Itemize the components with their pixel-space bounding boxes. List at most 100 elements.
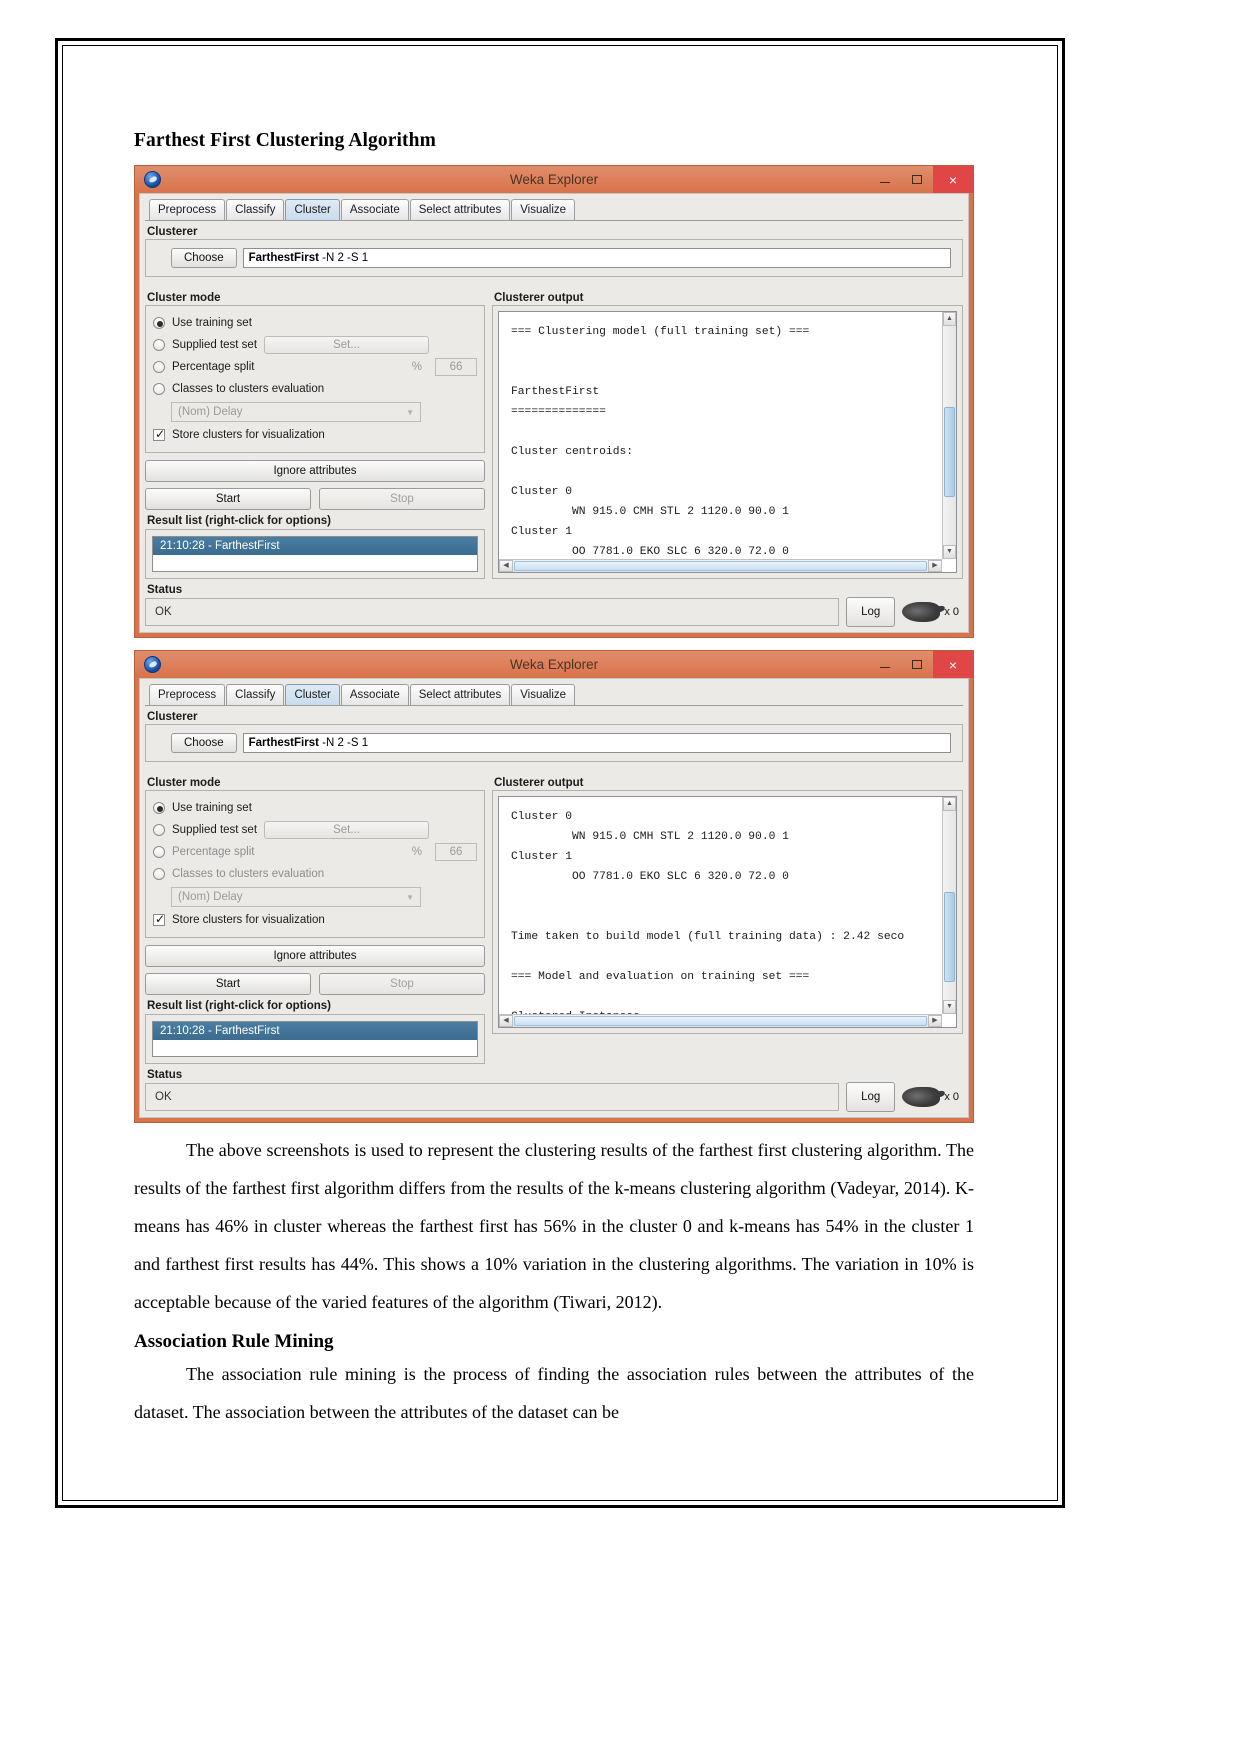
window-controls: ×	[869, 651, 973, 678]
scroll-thumb-horizontal[interactable]	[514, 561, 927, 571]
scroll-thumb-horizontal[interactable]	[514, 1016, 927, 1026]
option-label: Store clusters for visualization	[172, 429, 325, 441]
tab-visualize[interactable]: Visualize	[511, 199, 576, 220]
maximize-icon	[912, 175, 922, 184]
maximize-button[interactable]	[901, 166, 933, 193]
maximize-button[interactable]	[901, 651, 933, 678]
status-section: Status OK Log x 0	[145, 584, 963, 627]
option-store-clusters[interactable]: Store clusters for visualization	[153, 424, 477, 446]
minimize-button[interactable]	[869, 651, 901, 678]
scroll-left-icon[interactable]: ◀	[499, 560, 513, 572]
log-button[interactable]: Log	[846, 1082, 896, 1112]
option-supplied-test-set[interactable]: Supplied test set Set...	[153, 334, 477, 356]
option-classes-to-clusters[interactable]: Classes to clusters evaluation	[153, 378, 477, 400]
start-button[interactable]: Start	[145, 488, 311, 510]
class-attribute-select[interactable]: (Nom) Delay ▼	[171, 887, 421, 907]
percent-split-input[interactable]: 66	[435, 843, 477, 861]
close-button[interactable]: ×	[933, 166, 973, 193]
tab-select-attributes[interactable]: Select attributes	[409, 199, 511, 220]
result-list[interactable]: 21:10:28 - FarthestFirst	[152, 1021, 478, 1057]
scroll-left-icon[interactable]: ◀	[499, 1015, 513, 1027]
maximize-icon	[912, 660, 922, 669]
percent-symbol: %	[411, 361, 422, 373]
vertical-scrollbar[interactable]: ▲ ▼	[942, 312, 956, 559]
option-supplied-test-set[interactable]: Supplied test set Set...	[153, 819, 477, 841]
status-label: Status	[147, 1069, 183, 1081]
clusterer-options-field[interactable]: FarthestFirst -N 2 -S 1	[242, 248, 951, 268]
option-label: Supplied test set	[172, 824, 258, 836]
weka-bird-area: x 0	[902, 602, 963, 622]
vertical-scrollbar[interactable]: ▲ ▼	[942, 797, 956, 1014]
clusterer-output-label: Clusterer output	[494, 292, 584, 304]
scroll-right-icon[interactable]: ▶	[928, 560, 942, 572]
title-bar: Weka Explorer ×	[135, 651, 973, 678]
cluster-mode-panel: Use training set Supplied test set Set..…	[145, 790, 485, 938]
tab-classify[interactable]: Classify	[226, 199, 285, 220]
tab-preprocess[interactable]: Preprocess	[149, 684, 226, 705]
choose-button[interactable]: Choose	[171, 733, 237, 753]
list-item[interactable]: 21:10:28 - FarthestFirst	[153, 1022, 477, 1040]
clusterer-chooser-row: Choose FarthestFirst -N 2 -S 1	[153, 731, 955, 755]
ignore-attributes-button[interactable]: Ignore attributes	[145, 945, 485, 967]
cluster-mode-label: Cluster mode	[147, 292, 221, 304]
scroll-up-icon[interactable]: ▲	[943, 797, 956, 811]
weka-explorer-window-2: Weka Explorer × Preprocess Classify Clus…	[134, 650, 974, 1123]
tab-associate[interactable]: Associate	[340, 684, 409, 705]
clusterer-output-panel: Cluster 0 WN 915.0 CMH STL 2 1120.0 90.0…	[492, 790, 963, 1034]
clusterer-group-label: Clusterer	[147, 226, 198, 238]
option-store-clusters[interactable]: Store clusters for visualization	[153, 909, 477, 931]
choose-button[interactable]: Choose	[171, 248, 237, 268]
clusterer-options-field[interactable]: FarthestFirst -N 2 -S 1	[242, 733, 951, 753]
scroll-right-icon[interactable]: ▶	[928, 1015, 942, 1027]
percent-split-input[interactable]: 66	[435, 358, 477, 376]
bird-counter: x 0	[944, 1091, 959, 1103]
log-button[interactable]: Log	[846, 597, 896, 627]
clusterer-output-box[interactable]: Cluster 0 WN 915.0 CMH STL 2 1120.0 90.0…	[498, 796, 957, 1028]
tab-preprocess[interactable]: Preprocess	[149, 199, 226, 220]
start-button[interactable]: Start	[145, 973, 311, 995]
tab-select-attributes[interactable]: Select attributes	[409, 684, 511, 705]
tab-associate[interactable]: Associate	[340, 199, 409, 220]
option-label: Use training set	[172, 317, 252, 329]
option-classes-to-clusters[interactable]: Classes to clusters evaluation	[153, 863, 477, 885]
clusterer-name: FarthestFirst	[248, 737, 319, 749]
horizontal-scrollbar[interactable]: ◀ ▶	[499, 1014, 942, 1027]
option-use-training-set[interactable]: Use training set	[153, 797, 477, 819]
weka-bird-area: x 0	[902, 1087, 963, 1107]
result-list-label: Result list (right-click for options)	[147, 515, 332, 527]
option-use-training-set[interactable]: Use training set	[153, 312, 477, 334]
scroll-thumb[interactable]	[944, 407, 955, 497]
tab-visualize[interactable]: Visualize	[511, 684, 576, 705]
scroll-down-icon[interactable]: ▼	[943, 545, 956, 559]
ignore-attributes-button[interactable]: Ignore attributes	[145, 460, 485, 482]
minimize-button[interactable]	[869, 166, 901, 193]
scroll-up-icon[interactable]: ▲	[943, 312, 956, 326]
scroll-down-icon[interactable]: ▼	[943, 1000, 956, 1014]
class-attribute-select[interactable]: (Nom) Delay ▼	[171, 402, 421, 422]
weka-bird-icon	[902, 602, 941, 622]
clusterer-panel: Choose FarthestFirst -N 2 -S 1	[145, 239, 963, 277]
set-button[interactable]: Set...	[264, 336, 430, 354]
stop-button: Stop	[319, 488, 485, 510]
weka-logo-icon	[144, 656, 161, 673]
clusterer-output-panel: === Clustering model (full training set)…	[492, 305, 963, 579]
chevron-down-icon: ▼	[406, 892, 414, 902]
result-list[interactable]: 21:10:28 - FarthestFirst	[152, 536, 478, 572]
close-button[interactable]: ×	[933, 651, 973, 678]
clusterer-output-label: Clusterer output	[494, 777, 584, 789]
tab-cluster[interactable]: Cluster	[285, 684, 340, 705]
percent-symbol: %	[411, 846, 422, 858]
tab-classify[interactable]: Classify	[226, 684, 285, 705]
radio-icon	[153, 339, 165, 351]
horizontal-scrollbar[interactable]: ◀ ▶	[499, 559, 942, 572]
option-percentage-split[interactable]: Percentage split % 66	[153, 356, 477, 378]
list-item[interactable]: 21:10:28 - FarthestFirst	[153, 537, 477, 555]
left-column: Cluster mode Use training set Supplied t…	[145, 287, 485, 579]
window-title: Weka Explorer	[509, 172, 599, 187]
clusterer-output-box[interactable]: === Clustering model (full training set)…	[498, 311, 957, 573]
option-label: Percentage split	[172, 846, 255, 858]
tab-cluster[interactable]: Cluster	[285, 199, 340, 220]
set-button[interactable]: Set...	[264, 821, 430, 839]
option-percentage-split[interactable]: Percentage split % 66	[153, 841, 477, 863]
scroll-thumb[interactable]	[944, 892, 955, 982]
